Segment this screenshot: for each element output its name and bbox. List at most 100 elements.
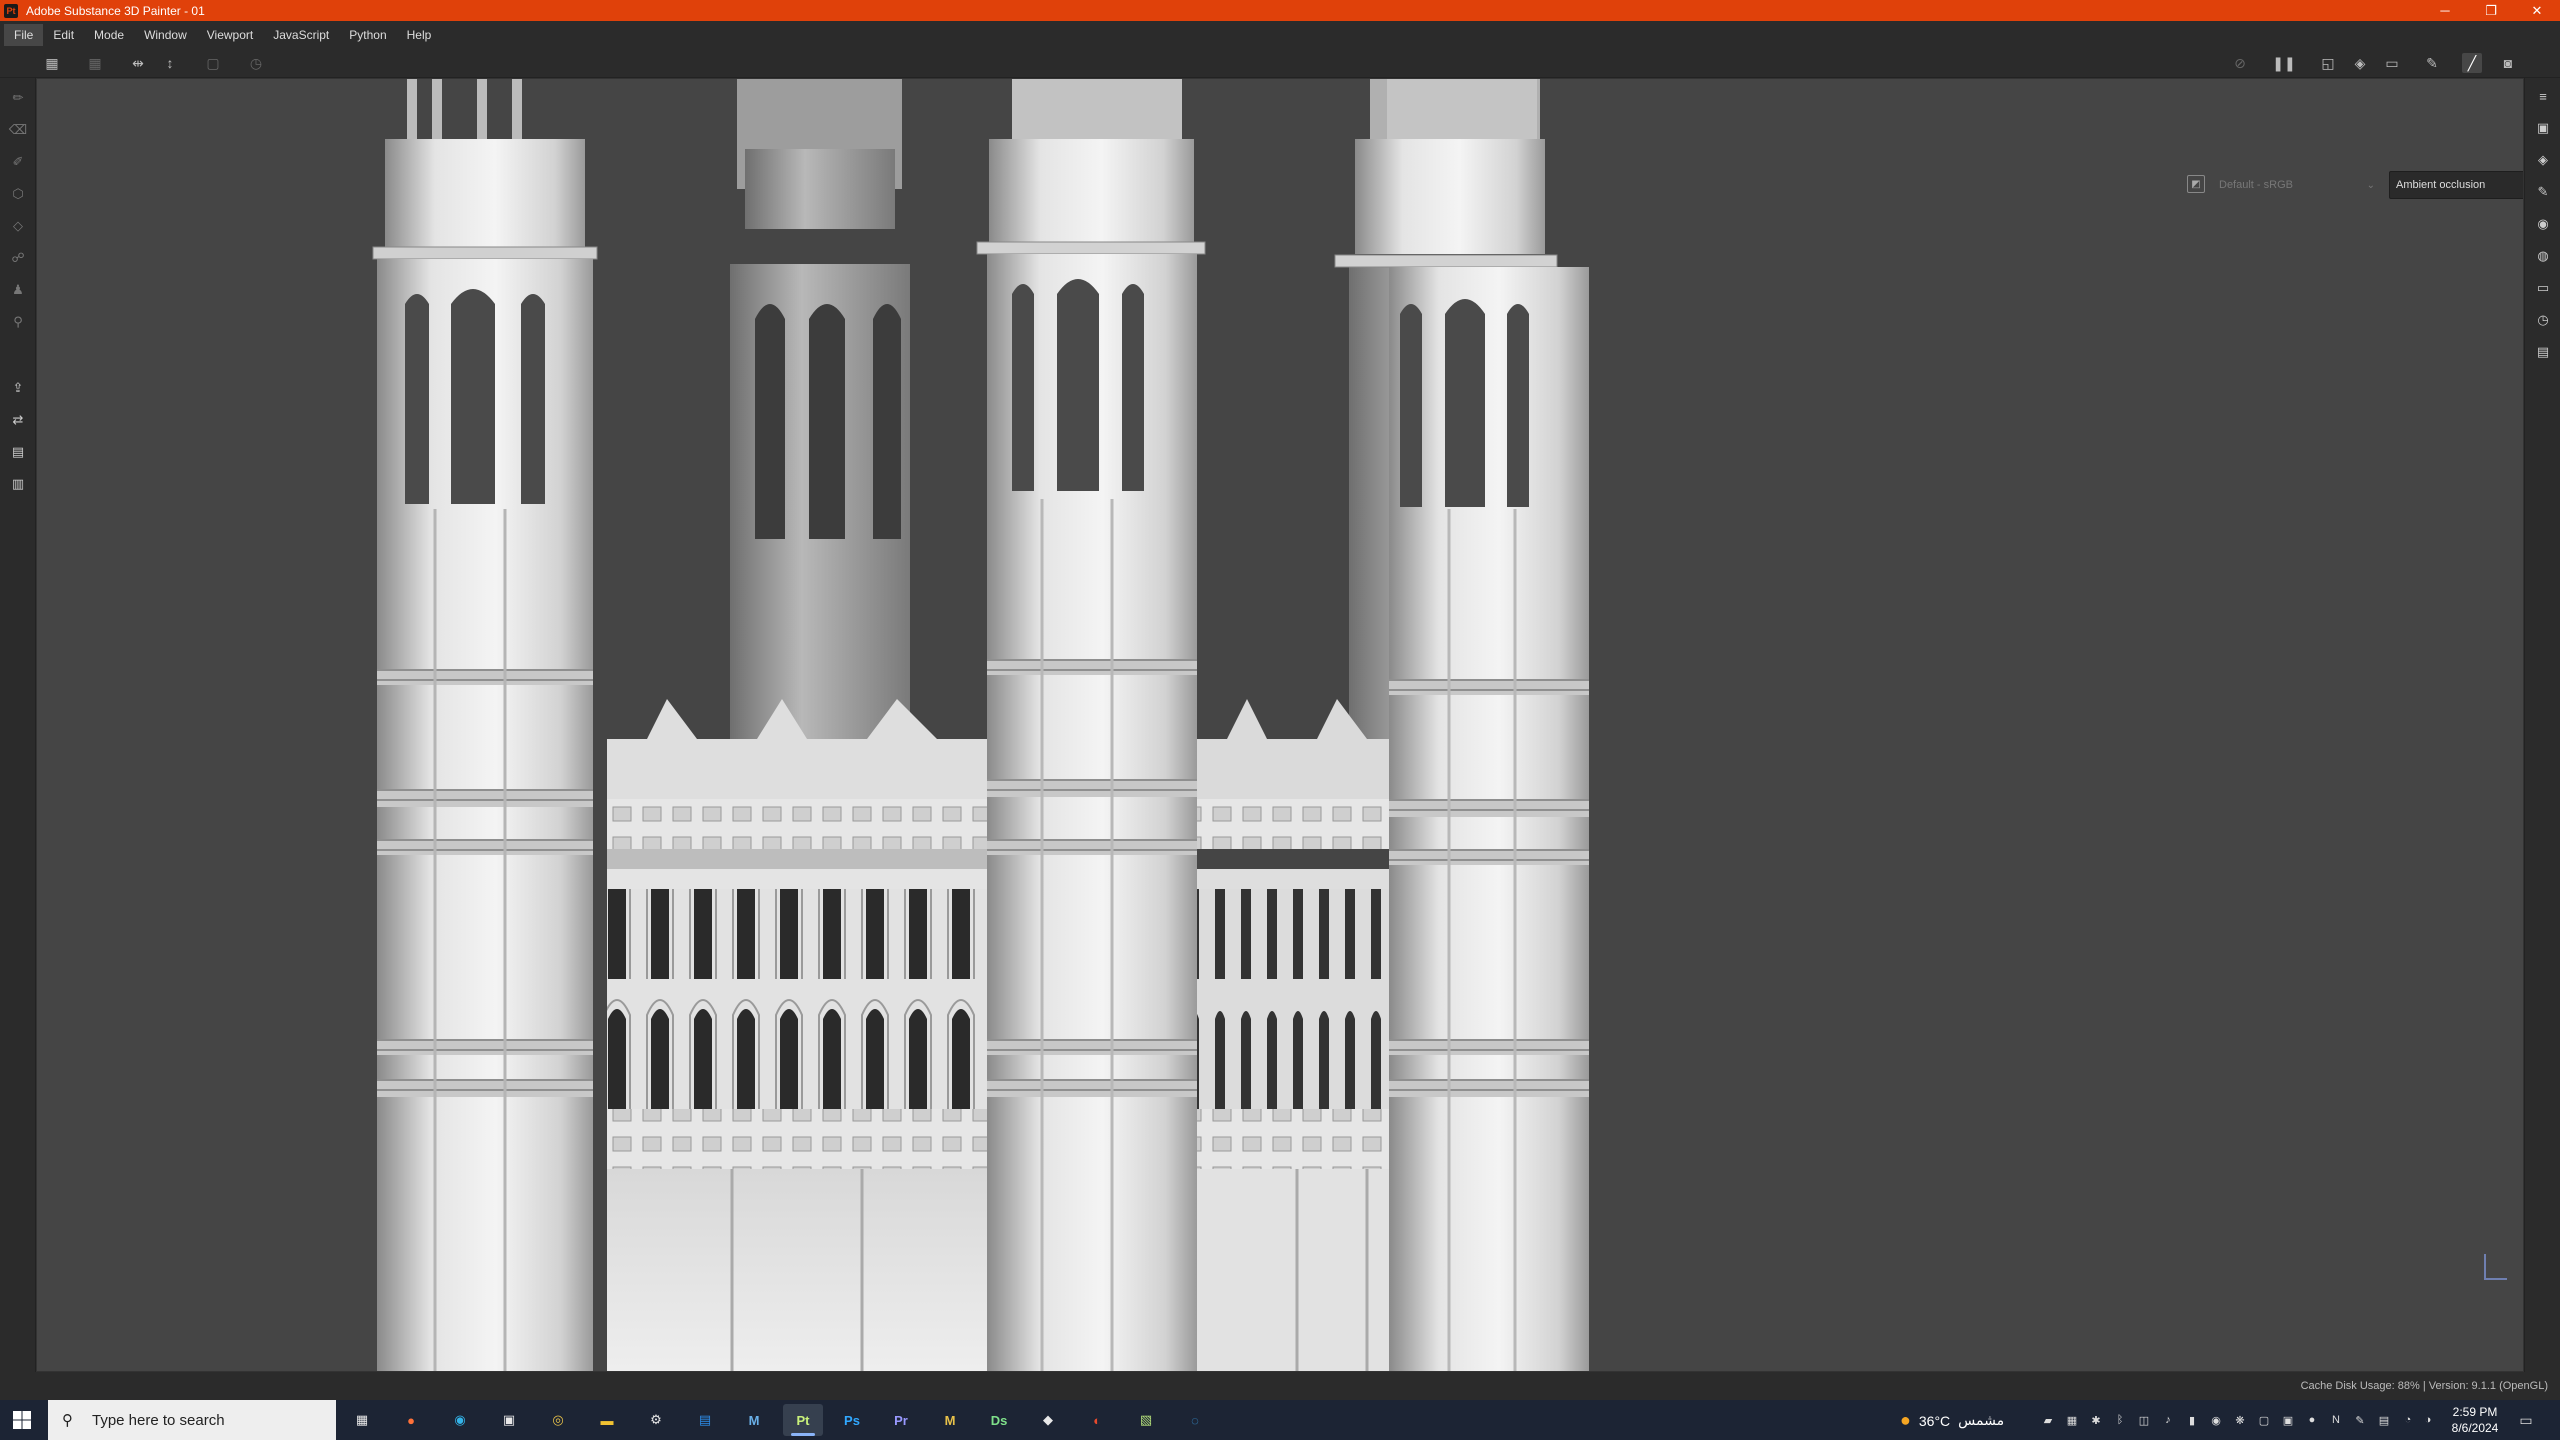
app-blue-icon[interactable]: ▤ — [685, 1404, 725, 1436]
clone-stamp-icon[interactable]: ♟ — [8, 280, 28, 300]
perspective-icon[interactable]: ◱ — [2318, 53, 2338, 73]
tray-app-icon[interactable]: ◑ — [2420, 1412, 2436, 1428]
3d-viewport[interactable]: ◩ Default - sRGB ⌄ Ambient occlusion ⌄ — [37, 79, 2523, 1371]
bluetooth-icon[interactable]: ᛒ — [2112, 1412, 2128, 1428]
tray-app-icon[interactable]: ▤ — [2376, 1412, 2392, 1428]
windows-start-icon[interactable] — [10, 1408, 34, 1432]
import-icon[interactable]: ⇄ — [8, 410, 28, 430]
edge-icon[interactable]: ◉ — [440, 1404, 480, 1436]
taskbar-search[interactable]: ⚲ Type here to search — [48, 1400, 336, 1440]
app-diamond-icon[interactable]: ◆ — [1028, 1404, 1068, 1436]
properties-icon[interactable]: ✎ — [2533, 182, 2553, 202]
log-icon[interactable]: ▤ — [2533, 342, 2553, 362]
notifications-icon[interactable]: ▭ — [2518, 1412, 2534, 1428]
menu-help[interactable]: Help — [397, 24, 442, 46]
photoshop-icon[interactable]: Ps — [832, 1404, 872, 1436]
camera-icon[interactable]: ▭ — [2382, 53, 2402, 73]
color-profile-icon[interactable]: ◩ — [2187, 175, 2205, 193]
app-gear-icon[interactable]: ⚙ — [636, 1404, 676, 1436]
polygon-fill-icon[interactable]: ◇ — [8, 216, 28, 236]
texture-set-icon[interactable]: ▣ — [2533, 118, 2553, 138]
export-icon[interactable]: ⇪ — [8, 378, 28, 398]
grid-alt-icon[interactable]: ▦ — [85, 53, 105, 73]
premiere-icon[interactable]: Pr — [881, 1404, 921, 1436]
layers-panel-icon[interactable]: ≡ — [2533, 86, 2553, 106]
menu-viewport[interactable]: Viewport — [197, 24, 263, 46]
restore-button[interactable]: ❐ — [2468, 0, 2514, 21]
substance-designer-icon[interactable]: Ds — [979, 1404, 1019, 1436]
wall-left — [607, 699, 1037, 1371]
environment-icon[interactable]: ◍ — [2533, 246, 2553, 266]
tray-app-icon[interactable]: ◔ — [2400, 1412, 2416, 1428]
geometry-fill-icon[interactable]: ⬡ — [8, 184, 28, 204]
tray-app-icon[interactable]: ▢ — [2256, 1412, 2272, 1428]
paint-mode-icon[interactable]: ╱ — [2462, 53, 2482, 73]
smudge-icon[interactable]: ☍ — [8, 248, 28, 268]
onenote-icon[interactable]: N — [2328, 1412, 2344, 1428]
menu-file[interactable]: File — [4, 23, 44, 46]
app-red-icon[interactable]: ◐ — [1077, 1404, 1117, 1436]
hide-icon[interactable]: ⊘ — [2230, 53, 2250, 73]
layer-stack-icon[interactable]: ◈ — [2533, 150, 2553, 170]
edge-icon-glyph: ◉ — [454, 1412, 466, 1427]
document-icon[interactable]: ▤ — [8, 442, 28, 462]
weather-desc: مشمس — [1958, 1412, 2005, 1428]
system-clock[interactable]: 2:59 PM 8/6/2024 — [2440, 1404, 2510, 1436]
marvelous-icon[interactable]: M — [930, 1404, 970, 1436]
axis-gizmo — [2484, 1254, 2507, 1280]
menu-mode[interactable]: Mode — [84, 24, 134, 46]
tool-shelf: ✏ ⌫ ✐ ⬡ ◇ ☍ ♟ ⚲ ⇪ ⇄ ▤ ▥ — [0, 78, 36, 1372]
chrome-icon[interactable]: ◎ — [538, 1404, 578, 1436]
symmetry-y-icon[interactable]: ↕ — [160, 53, 180, 73]
app-ring-icon-glyph: ◌ — [1191, 1412, 1199, 1428]
app-red-icon-glyph: ◐ — [1093, 1412, 1101, 1428]
screenshot-icon[interactable]: ◙ — [2498, 53, 2518, 73]
app-m-icon[interactable]: M — [734, 1404, 774, 1436]
task-view-icon[interactable]: ▦ — [342, 1404, 382, 1436]
nvidia-icon[interactable]: ▰ — [2040, 1412, 2056, 1428]
library-icon[interactable]: ▥ — [8, 474, 28, 494]
history-icon[interactable]: ◷ — [246, 53, 266, 73]
battery-icon[interactable]: ▮ — [2184, 1412, 2200, 1428]
minimize-button[interactable]: ─ — [2422, 0, 2468, 21]
projection-icon[interactable]: ✐ — [8, 152, 28, 172]
display-settings-icon[interactable]: ◉ — [2533, 214, 2553, 234]
tray-app-icon[interactable]: ✎ — [2352, 1412, 2368, 1428]
close-button[interactable]: ✕ — [2514, 0, 2560, 21]
color-picker-icon[interactable]: ⚲ — [8, 312, 28, 332]
menu-edit[interactable]: Edit — [43, 24, 84, 46]
app-ring-icon[interactable]: ◌ — [1175, 1404, 1215, 1436]
store-icon[interactable]: ▣ — [489, 1404, 529, 1436]
history-panel-icon[interactable]: ◷ — [2533, 310, 2553, 330]
tray-app-icon[interactable]: ✱ — [2088, 1412, 2104, 1428]
menu-window[interactable]: Window — [134, 24, 197, 46]
tray-app-icon[interactable]: ❋ — [2232, 1412, 2248, 1428]
eraser-icon[interactable]: ⌫ — [8, 120, 28, 140]
pause-icon[interactable]: ❚❚ — [2272, 53, 2295, 73]
tray-app-icon[interactable]: ● — [2304, 1412, 2320, 1428]
shelf-icon[interactable]: ▭ — [2533, 278, 2553, 298]
status-bar: Cache Disk Usage: 88% | Version: 9.1.1 (… — [0, 1372, 2560, 1400]
network-icon[interactable]: ◫ — [2136, 1412, 2152, 1428]
tray-app-icon[interactable]: ▣ — [2280, 1412, 2296, 1428]
substance-painter-icon[interactable]: Pt — [783, 1404, 823, 1436]
bake-icon[interactable]: ✎ — [2422, 53, 2442, 73]
cube-icon[interactable]: ◈ — [2350, 53, 2370, 73]
app-gear-icon-glyph: ⚙ — [650, 1412, 662, 1427]
menu-javascript[interactable]: JavaScript — [263, 24, 339, 46]
color-space-select[interactable]: Default - sRGB ⌄ — [2213, 171, 2381, 199]
menu-python[interactable]: Python — [339, 24, 396, 46]
tray-app-icon[interactable]: ▦ — [2064, 1412, 2080, 1428]
display-channel-select[interactable]: Ambient occlusion ⌄ — [2389, 171, 2523, 199]
frame-icon[interactable]: ▢ — [203, 53, 223, 73]
paint-brush-icon[interactable]: ✏ — [8, 88, 28, 108]
app-green-icon[interactable]: ▧ — [1126, 1404, 1166, 1436]
grid-icon[interactable]: ▦ — [42, 53, 62, 73]
tower-2 — [976, 79, 1206, 1371]
firefox-icon[interactable]: ● — [391, 1404, 431, 1436]
symmetry-x-icon[interactable]: ⇹ — [128, 53, 148, 73]
tray-app-icon[interactable]: ◉ — [2208, 1412, 2224, 1428]
volume-icon[interactable]: ♪ — [2160, 1412, 2176, 1428]
file-explorer-icon[interactable]: ▬ — [587, 1404, 627, 1436]
weather-widget[interactable]: ● 36°C مشمس — [1900, 1410, 2004, 1431]
